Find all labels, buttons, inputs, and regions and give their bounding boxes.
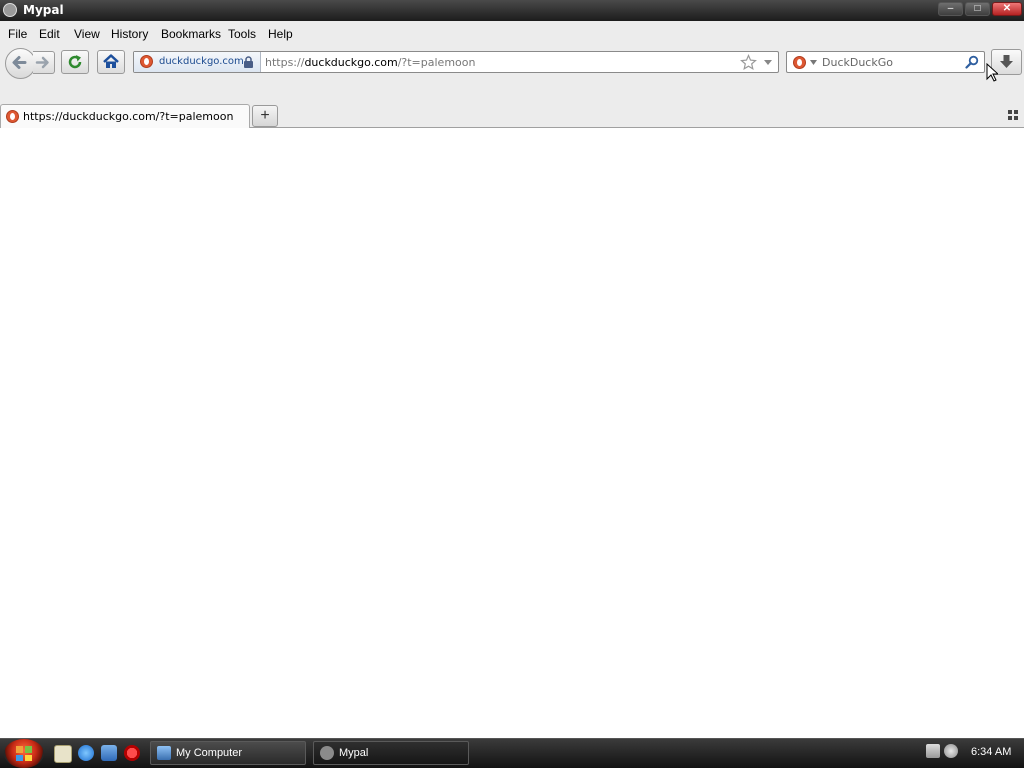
site-identity-button[interactable]: duckduckgo.com	[134, 52, 261, 72]
maximize-button[interactable]: □	[965, 2, 990, 16]
url-prefix: https://	[265, 56, 305, 69]
menu-bar: File Edit View History Bookmarks Tools H…	[0, 22, 1024, 44]
tray-volume-icon[interactable]	[944, 744, 958, 758]
search-input[interactable]: DuckDuckGo	[822, 56, 893, 69]
reload-icon	[68, 55, 82, 69]
url-dropdown-icon[interactable]	[763, 59, 773, 66]
mypal-taskbar-icon	[320, 746, 334, 760]
url-text[interactable]: https://duckduckgo.com/?t=palemoon	[265, 56, 475, 69]
mypal-app-icon	[3, 3, 17, 17]
menu-tools[interactable]: Tools	[228, 27, 256, 41]
quicklaunch-email-icon[interactable]	[101, 745, 117, 761]
menu-history[interactable]: History	[111, 27, 148, 41]
url-suffix: /?t=palemoon	[397, 56, 476, 69]
bookmark-star-icon[interactable]	[740, 54, 757, 71]
url-bar[interactable]: duckduckgo.com https://duckduckgo.com/?t…	[133, 51, 779, 73]
search-icon[interactable]	[965, 55, 979, 69]
new-tab-button[interactable]: +	[252, 105, 278, 127]
start-button[interactable]	[4, 739, 44, 768]
menu-view[interactable]: View	[74, 27, 100, 41]
windows-logo-icon	[16, 746, 32, 761]
home-icon	[103, 54, 119, 68]
close-icon: ✕	[1002, 3, 1012, 14]
menu-bookmarks[interactable]: Bookmarks	[161, 27, 221, 41]
menu-edit[interactable]: Edit	[39, 27, 60, 41]
tab-active[interactable]: https://duckduckgo.com/?t=palemoon	[0, 104, 250, 128]
maximize-icon: □	[974, 3, 981, 14]
taskbar-item-label: My Computer	[176, 747, 243, 759]
window-title: Mypal	[23, 3, 64, 17]
minimize-icon: –	[947, 3, 954, 14]
forward-button[interactable]	[33, 51, 55, 74]
plus-icon: +	[260, 107, 270, 124]
mouse-cursor-icon	[986, 63, 998, 82]
taskbar-item-mypal[interactable]: Mypal	[313, 741, 469, 765]
search-engine-dropdown-icon[interactable]	[810, 60, 817, 65]
quicklaunch-notepad-icon[interactable]	[54, 745, 72, 763]
quicklaunch-ie-icon[interactable]	[78, 745, 94, 761]
tray-network-icon[interactable]	[926, 744, 940, 758]
taskbar-item-my-computer[interactable]: My Computer	[150, 741, 306, 765]
window-titlebar[interactable]: Mypal – □ ✕	[0, 0, 1024, 21]
list-all-tabs-icon[interactable]	[1008, 110, 1018, 120]
tab-favicon-icon	[6, 110, 19, 123]
search-engine-icon[interactable]	[793, 56, 806, 69]
forward-arrow-icon	[35, 56, 49, 69]
page-content[interactable]	[0, 128, 1024, 738]
duckduckgo-favicon-icon	[140, 55, 153, 68]
tab-label: https://duckduckgo.com/?t=palemoon	[23, 110, 234, 123]
close-button[interactable]: ✕	[992, 2, 1022, 16]
site-identity-label: duckduckgo.com	[159, 56, 244, 67]
my-computer-icon	[157, 746, 171, 760]
minimize-button[interactable]: –	[938, 2, 963, 16]
back-button[interactable]	[5, 48, 36, 79]
home-button[interactable]	[97, 50, 125, 74]
lock-icon	[244, 56, 253, 68]
menu-file[interactable]: File	[8, 27, 27, 41]
menu-help[interactable]: Help	[268, 27, 293, 41]
back-arrow-icon	[12, 56, 27, 69]
url-domain: duckduckgo.com	[304, 56, 398, 69]
taskbar-item-label: Mypal	[339, 747, 369, 759]
reload-button[interactable]	[61, 50, 89, 74]
taskbar-clock[interactable]: 6:34 AM	[971, 746, 1011, 758]
search-bar[interactable]: DuckDuckGo	[786, 51, 985, 73]
quicklaunch-opera-icon[interactable]	[124, 745, 140, 761]
